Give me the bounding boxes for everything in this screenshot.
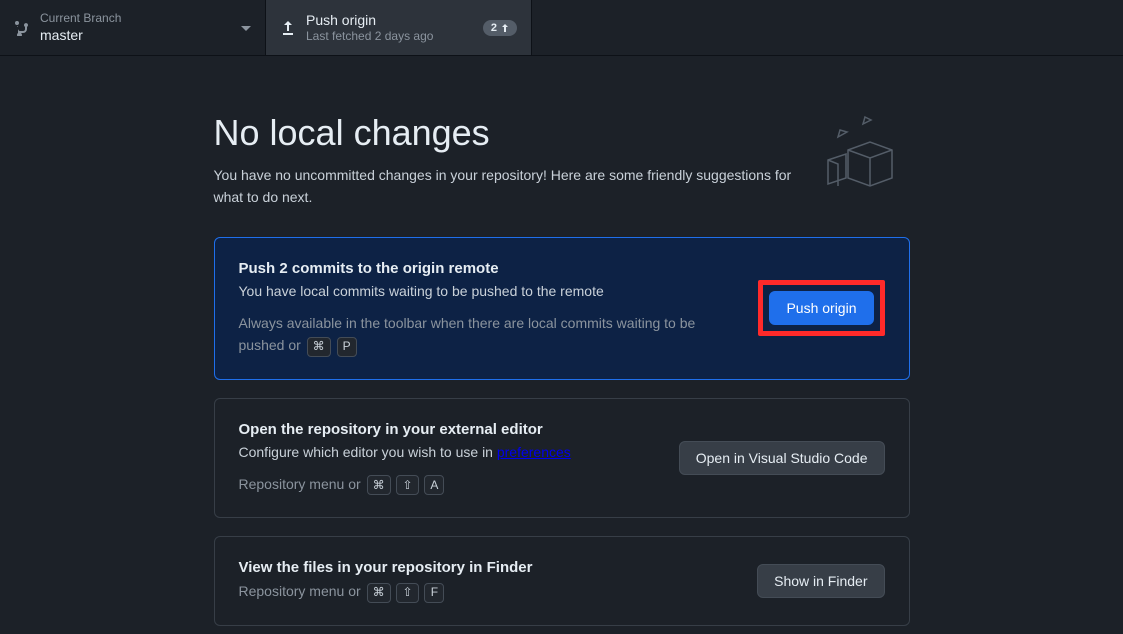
push-origin-toolbar[interactable]: Push origin Last fetched 2 days ago 2 (266, 0, 532, 55)
finder-card: View the files in your repository in Fin… (214, 536, 910, 626)
branch-name: master (40, 26, 121, 44)
show-finder-button[interactable]: Show in Finder (757, 564, 884, 598)
finder-card-title: View the files in your repository in Fin… (239, 559, 738, 576)
kbd-a: A (424, 475, 444, 495)
finder-hint-text: Repository menu or (239, 583, 365, 599)
push-title: Push origin (306, 11, 473, 29)
push-origin-button[interactable]: Push origin (769, 291, 873, 325)
kbd-shift: ⇧ (396, 475, 418, 495)
page-title: No local changes (214, 112, 800, 154)
main-content: No local changes You have no uncommitted… (0, 56, 1123, 626)
editor-desc-text: Configure which editor you wish to use i… (239, 444, 497, 460)
annotation-highlight: Push origin (758, 280, 884, 336)
push-card-desc: You have local commits waiting to be pus… (239, 281, 739, 302)
editor-card-title: Open the repository in your external edi… (239, 421, 659, 438)
push-badge-count: 2 (491, 22, 497, 34)
push-badge: 2 (483, 20, 517, 36)
upload-icon (280, 20, 296, 36)
push-card-hint: Always available in the toolbar when the… (239, 312, 739, 357)
finder-card-hint: Repository menu or ⌘ ⇧ F (239, 580, 738, 603)
editor-card-desc: Configure which editor you wish to use i… (239, 442, 659, 463)
editor-card: Open the repository in your external edi… (214, 398, 910, 519)
open-editor-button[interactable]: Open in Visual Studio Code (679, 441, 885, 475)
kbd-f: F (424, 583, 444, 603)
git-branch-icon (14, 20, 30, 36)
push-subtitle: Last fetched 2 days ago (306, 29, 473, 45)
kbd-p: P (337, 337, 357, 357)
kbd-cmd: ⌘ (367, 583, 391, 603)
toolbar: Current Branch master Push origin Last f… (0, 0, 1123, 56)
empty-boxes-icon (820, 112, 910, 192)
branch-selector[interactable]: Current Branch master (0, 0, 266, 55)
branch-label: Current Branch (40, 11, 121, 27)
preferences-link[interactable]: preferences (497, 444, 571, 460)
chevron-down-icon (241, 19, 251, 37)
kbd-cmd: ⌘ (367, 475, 391, 495)
kbd-shift: ⇧ (396, 583, 418, 603)
editor-hint-text: Repository menu or (239, 476, 365, 492)
push-card-title: Push 2 commits to the origin remote (239, 260, 739, 277)
push-card: Push 2 commits to the origin remote You … (214, 237, 910, 380)
page-subtitle: You have no uncommitted changes in your … (214, 164, 800, 209)
editor-card-hint: Repository menu or ⌘ ⇧ A (239, 473, 659, 496)
kbd-cmd: ⌘ (307, 337, 331, 357)
